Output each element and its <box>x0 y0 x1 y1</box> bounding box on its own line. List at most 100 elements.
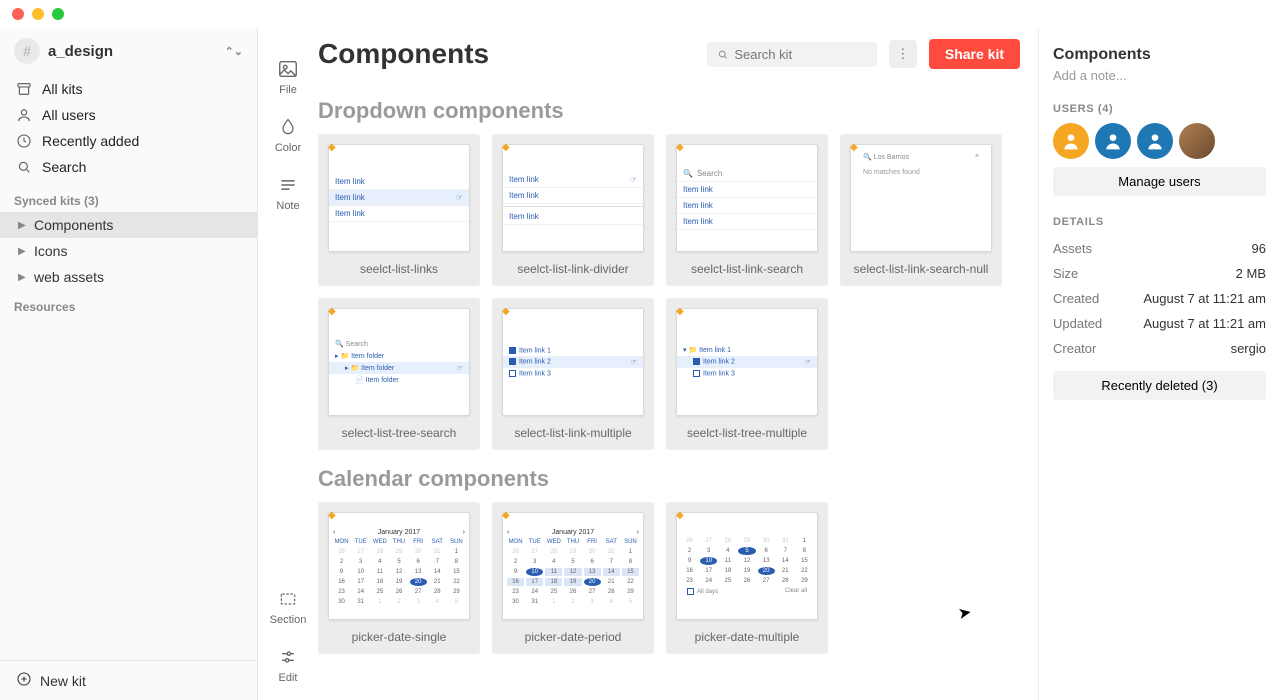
component-label: select-list-tree-search <box>342 416 457 450</box>
tool-note[interactable]: Note <box>276 174 299 212</box>
detail-row: Creatorsergio <box>1053 336 1266 361</box>
avatar[interactable] <box>1137 123 1173 159</box>
tool-label: Color <box>275 142 301 154</box>
avatar[interactable] <box>1179 123 1215 159</box>
nav-item-all-users[interactable]: All users <box>0 102 257 128</box>
component-thumb: 2627282930311 2345678 9101112131415 1617… <box>676 512 818 620</box>
details-section-header: DETAILS <box>1053 216 1266 228</box>
component-thumb: 🔍 Search ▸ 📁 Item folder ▸ 📁 Item folder… <box>328 308 470 416</box>
component-thumb: 🔍 Los Barrios× No matches found <box>850 144 992 252</box>
section-title: Calendar components <box>318 466 1038 492</box>
sketch-badge-icon: ◆ <box>502 510 510 521</box>
sketch-badge-icon: ◆ <box>328 142 336 153</box>
component-card[interactable]: ◆ 🔍 Los Barrios× No matches found select… <box>840 134 1002 286</box>
tool-file[interactable]: File <box>277 58 299 96</box>
inspector-title: Components <box>1053 46 1266 64</box>
tool-label: File <box>279 84 297 96</box>
vertical-dots-icon: ⋮ <box>896 46 909 62</box>
image-icon <box>277 58 299 80</box>
nav-item-all-kits[interactable]: All kits <box>0 76 257 102</box>
search-kit-input[interactable] <box>707 42 877 67</box>
droplet-icon <box>277 116 299 138</box>
share-kit-button[interactable]: Share kit <box>929 39 1020 69</box>
tree-item-components[interactable]: ▶ Components <box>0 212 257 238</box>
caret-right-icon: ▶ <box>18 246 28 257</box>
workspace-switcher[interactable]: # a_design ⌃⌄ <box>0 28 257 72</box>
right-inspector: Components Add a note... USERS (4) Manag… <box>1038 28 1280 700</box>
search-icon <box>717 48 728 61</box>
component-card[interactable]: ◆ ‹January 2017› MONTUEWEDTHUFRISATSUN 2… <box>318 502 480 654</box>
sidebar-nav: All kits All users Recently added Search <box>0 72 257 184</box>
new-kit-label: New kit <box>40 673 86 689</box>
lines-icon <box>277 174 299 196</box>
tree-item-label: Icons <box>34 243 67 259</box>
component-card[interactable]: ◆ ‹January 2017› MONTUEWEDTHUFRISATSUN 2… <box>492 502 654 654</box>
component-label: picker-date-period <box>525 620 622 654</box>
component-card[interactable]: ◆ Item link Item link☞ Item link seelct-… <box>318 134 480 286</box>
component-thumb: 🔍Search Item link Item link Item link <box>676 144 818 252</box>
avatar[interactable] <box>1095 123 1131 159</box>
nav-item-recently-added[interactable]: Recently added <box>0 128 257 154</box>
close-window-button[interactable] <box>12 8 24 20</box>
add-note-field[interactable]: Add a note... <box>1053 68 1266 83</box>
component-canvas: Dropdown components ◆ Item link Item lin… <box>318 78 1038 700</box>
nav-item-label: Search <box>42 159 86 175</box>
component-label: select-list-link-multiple <box>514 416 631 450</box>
sketch-badge-icon: ◆ <box>676 510 684 521</box>
resources-header: Resources <box>0 290 257 318</box>
minimize-window-button[interactable] <box>32 8 44 20</box>
tool-label: Note <box>276 200 299 212</box>
chevron-up-down-icon: ⌃⌄ <box>225 45 243 58</box>
component-thumb: Item link Item link☞ Item link <box>328 144 470 252</box>
nav-item-label: All users <box>42 107 96 123</box>
caret-right-icon: ▶ <box>18 272 28 283</box>
window-titlebar <box>0 0 1280 28</box>
sketch-badge-icon: ◆ <box>502 142 510 153</box>
nav-item-label: Recently added <box>42 133 139 149</box>
detail-row: Assets96 <box>1053 236 1266 261</box>
tree-item-label: Components <box>34 217 113 233</box>
nav-item-search[interactable]: Search <box>0 154 257 180</box>
detail-row: Size2 MB <box>1053 261 1266 286</box>
component-thumb: ‹January 2017› MONTUEWEDTHUFRISATSUN 262… <box>502 512 644 620</box>
component-card[interactable]: ◆ Item link 1 Item link 2☞ Item link 3 s… <box>492 298 654 450</box>
tool-section[interactable]: Section <box>270 588 307 626</box>
component-grid: ◆ Item link Item link☞ Item link seelct-… <box>318 134 1038 450</box>
new-kit-button[interactable]: New kit <box>0 660 257 700</box>
tool-label: Section <box>270 614 307 626</box>
tree-item-label: web assets <box>34 269 104 285</box>
search-kit-field[interactable] <box>734 47 867 62</box>
component-thumb: ‹January 2017› MONTUEWEDTHUFRISATSUN 262… <box>328 512 470 620</box>
component-card[interactable]: ◆ 2627282930311 2345678 9101112131415 16… <box>666 502 828 654</box>
section-icon <box>277 588 299 610</box>
fullscreen-window-button[interactable] <box>52 8 64 20</box>
tool-edit[interactable]: Edit <box>277 646 299 684</box>
tool-color[interactable]: Color <box>275 116 301 154</box>
sketch-badge-icon: ◆ <box>502 306 510 317</box>
detail-row: UpdatedAugust 7 at 11:21 am <box>1053 311 1266 336</box>
tree-item-web-assets[interactable]: ▶ web assets <box>0 264 257 290</box>
component-label: picker-date-single <box>352 620 447 654</box>
component-thumb: Item link 1 Item link 2☞ Item link 3 <box>502 308 644 416</box>
synced-kits-list: ▶ Components ▶ Icons ▶ web assets <box>0 212 257 290</box>
recently-deleted-button[interactable]: Recently deleted (3) <box>1053 371 1266 400</box>
tool-label: Edit <box>279 672 298 684</box>
tree-item-icons[interactable]: ▶ Icons <box>0 238 257 264</box>
component-card[interactable]: ◆ 🔍 Search ▸ 📁 Item folder ▸ 📁 Item fold… <box>318 298 480 450</box>
manage-users-button[interactable]: Manage users <box>1053 167 1266 196</box>
sketch-badge-icon: ◆ <box>328 306 336 317</box>
more-options-button[interactable]: ⋮ <box>889 40 917 68</box>
nav-item-label: All kits <box>42 81 82 97</box>
main-area: Components ⋮ Share kit Dropdown componen… <box>318 28 1280 700</box>
archive-icon <box>16 81 32 97</box>
clock-icon <box>16 133 32 149</box>
window-traffic-lights <box>12 8 64 20</box>
component-card[interactable]: ◆ Item link☞ Item link Item link seelct-… <box>492 134 654 286</box>
component-label: seelct-list-tree-multiple <box>687 416 807 450</box>
component-card[interactable]: ◆ ▾ 📁 Item link 1 Item link 2☞ Item link… <box>666 298 828 450</box>
search-icon <box>16 159 32 175</box>
component-card[interactable]: ◆ 🔍Search Item link Item link Item link … <box>666 134 828 286</box>
details-list: Assets96 Size2 MB CreatedAugust 7 at 11:… <box>1053 236 1266 361</box>
page-title: Components <box>318 38 695 70</box>
avatar[interactable] <box>1053 123 1089 159</box>
